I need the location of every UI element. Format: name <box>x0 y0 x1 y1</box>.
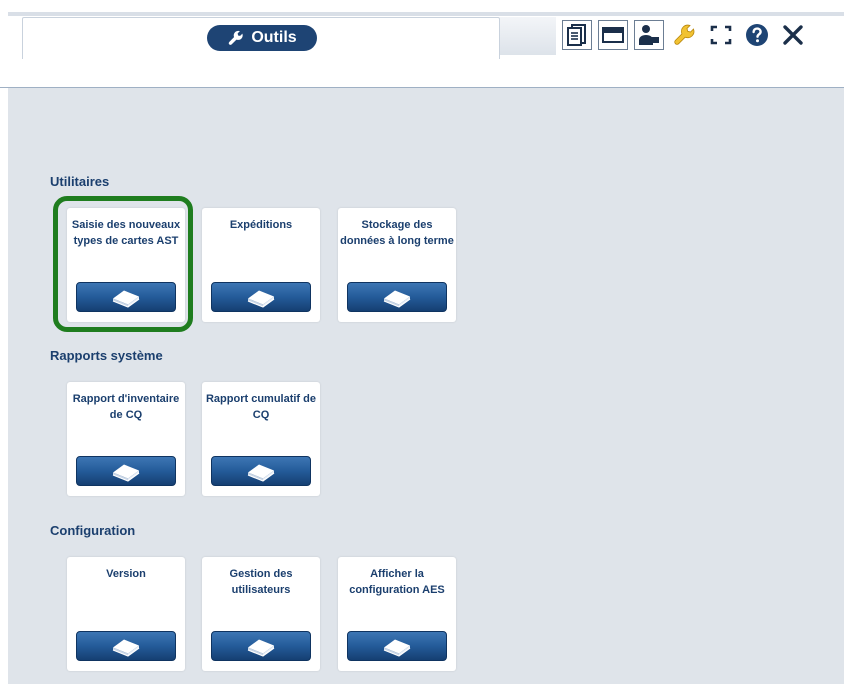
top-strip <box>8 12 844 16</box>
card-rapport-inventaire-cq[interactable]: Rapport d'inventaire de CQ <box>67 382 185 496</box>
help-icon <box>746 24 768 46</box>
user-icon <box>639 25 659 45</box>
card-label: Version <box>106 568 146 580</box>
drawer-icon <box>602 27 624 43</box>
stack-icon <box>112 639 140 657</box>
stack-icon <box>383 290 411 308</box>
stack-icon <box>247 464 275 482</box>
card-label: Afficher la configuration AES <box>349 568 445 596</box>
section-title-utilitaires: Utilitaires <box>50 174 110 189</box>
help-button[interactable] <box>742 20 772 50</box>
report-icon <box>567 24 586 46</box>
card-stockage-donnees[interactable]: Stockage des données à long terme <box>338 208 456 322</box>
user-button[interactable] <box>634 20 664 50</box>
open-button[interactable] <box>347 282 447 312</box>
toolbar <box>556 17 844 55</box>
tools-button[interactable] <box>670 20 700 50</box>
stack-icon <box>247 290 275 308</box>
drawer-button[interactable] <box>598 20 628 50</box>
open-button[interactable] <box>211 631 311 661</box>
fullscreen-button[interactable] <box>706 20 736 50</box>
section-title-configuration: Configuration <box>50 523 136 538</box>
report-button[interactable] <box>562 20 592 50</box>
section-title-rapports-systeme: Rapports système <box>50 348 163 363</box>
top-bar: Outils <box>0 0 844 88</box>
card-label: Stockage des données à long terme <box>340 219 454 247</box>
close-icon <box>783 25 803 45</box>
wrench-icon <box>229 30 244 45</box>
card-gestion-utilisateurs[interactable]: Gestion des utilisateurs <box>202 557 320 671</box>
card-version[interactable]: Version <box>67 557 185 671</box>
card-label: Rapport cumulatif de CQ <box>205 393 316 421</box>
tab-outils[interactable]: Outils <box>22 17 500 59</box>
open-button[interactable] <box>347 631 447 661</box>
card-rapport-cumulatif-cq[interactable]: Rapport cumulatif de CQ <box>202 382 320 496</box>
close-button[interactable] <box>778 20 808 50</box>
card-label: Gestion des utilisateurs <box>229 568 293 596</box>
card-configuration-aes[interactable]: Afficher la configuration AES <box>338 557 456 671</box>
open-button[interactable] <box>76 631 176 661</box>
tab-title-pill[interactable]: Outils <box>207 25 317 51</box>
stack-icon <box>383 639 411 657</box>
tab-title: Outils <box>251 29 297 46</box>
highlight-frame <box>53 196 193 332</box>
fullscreen-icon <box>710 25 732 45</box>
wrench-icon <box>674 24 695 45</box>
tab-spacer <box>500 17 556 55</box>
card-expeditions[interactable]: Expéditions <box>202 208 320 322</box>
card-label: Rapport d'inventaire de CQ <box>72 393 180 421</box>
open-button[interactable] <box>211 282 311 312</box>
open-button[interactable] <box>211 456 311 486</box>
stack-icon <box>112 464 140 482</box>
card-label: Expéditions <box>229 219 293 231</box>
open-button[interactable] <box>76 456 176 486</box>
stack-icon <box>247 639 275 657</box>
